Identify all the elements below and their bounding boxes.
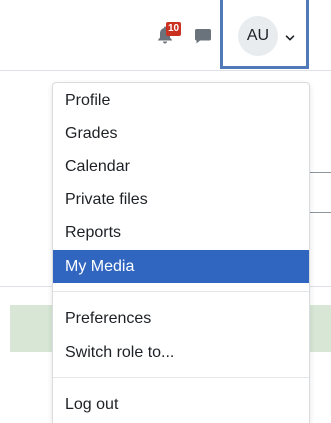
menu-item-profile[interactable]: Profile [53,84,309,117]
user-menu-dropdown: Profile Grades Calendar Private files Re… [52,82,310,423]
menu-item-private-files[interactable]: Private files [53,183,309,216]
menu-item-calendar[interactable]: Calendar [53,150,309,183]
chevron-down-icon [285,30,295,41]
notification-count-badge: 10 [166,22,182,36]
avatar: AU [238,16,278,56]
navbar-divider [0,70,331,71]
menu-item-my-media[interactable]: My Media [53,250,309,283]
messages-button[interactable] [194,27,212,45]
menu-divider [53,291,309,292]
menu-item-grades[interactable]: Grades [53,117,309,150]
notifications-button[interactable]: 10 [157,22,182,46]
menu-divider [53,377,309,378]
user-menu-toggle[interactable]: AU [220,0,309,69]
top-navbar: 10 AU [0,0,331,70]
menu-item-preferences[interactable]: Preferences [53,302,309,335]
speech-bubble-icon [195,29,211,44]
menu-item-reports[interactable]: Reports [53,216,309,249]
menu-item-log-out[interactable]: Log out [53,388,309,421]
menu-item-switch-role[interactable]: Switch role to... [53,336,309,369]
